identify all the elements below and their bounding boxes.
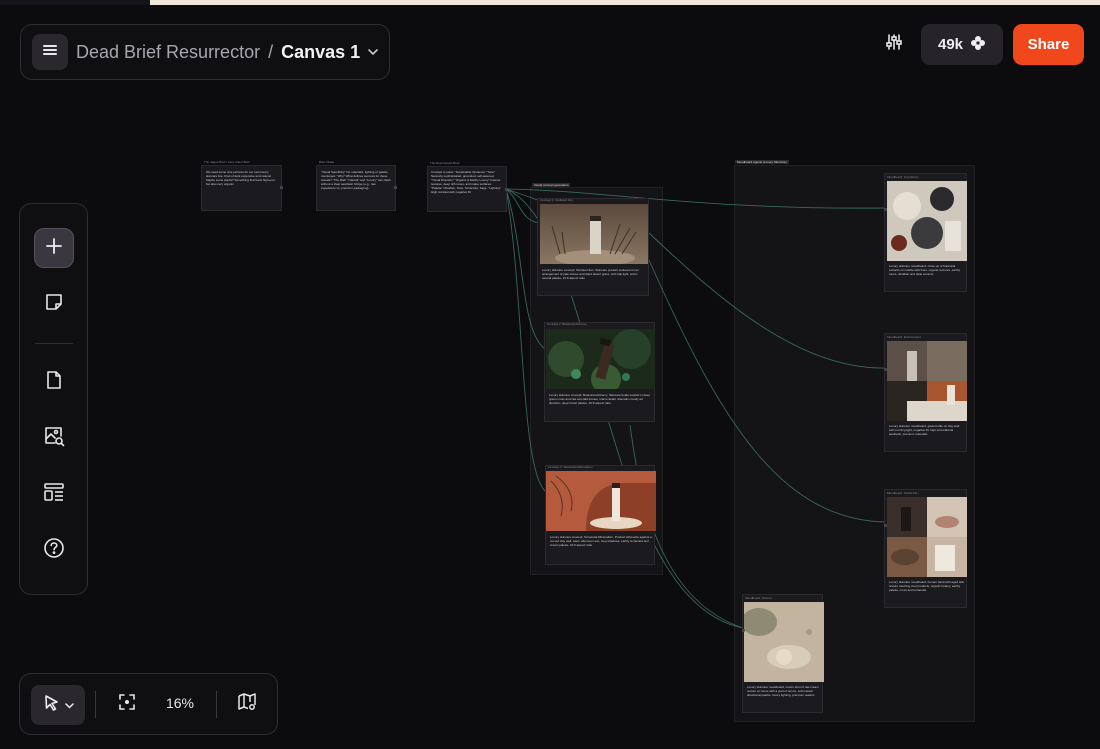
node-title: Moodboard: Ingredients <box>887 175 919 179</box>
node-text: Luxury skincare concept: Botanical Alche… <box>549 393 651 405</box>
node-title: Brief Intake <box>319 160 335 164</box>
edge <box>648 232 887 369</box>
concept-image <box>546 329 655 389</box>
input-port[interactable] <box>884 524 887 527</box>
node-title: Moodboard: Environment <box>887 335 921 339</box>
concept-image <box>540 204 648 264</box>
concept-image <box>546 471 656 531</box>
node-text: Luxury skincare concept: Sculpted Zen. S… <box>542 268 639 280</box>
node-title: Concept 3: Terracotta Minimalism <box>548 465 593 469</box>
node-title: The Resurrected Brief <box>430 161 460 165</box>
node-text: Luxury skincare moodboard, glass bottle … <box>889 424 961 436</box>
node-text: Luxury skincare moodboard, close-up of b… <box>889 264 961 276</box>
concept-node[interactable]: Concept 3: Terracotta Minimalism Luxury … <box>545 465 656 565</box>
input-port[interactable] <box>742 629 745 632</box>
moodboard-image <box>887 181 967 261</box>
node-title: The Vague Brief / Lazy Client Brief <box>204 160 250 164</box>
node-title: Concept 1: Sculpted Zen <box>540 198 574 202</box>
node-text: Luxury skincare moodboard, human hand wi… <box>889 580 965 592</box>
moodboard-image <box>744 602 824 682</box>
node-title: Moodboard: Texture <box>745 596 772 600</box>
vague-brief-node[interactable]: The Vague Brief / Lazy Client Brief We n… <box>201 160 283 211</box>
moodboard-node[interactable]: Moodboard: Environment Luxury skincare m… <box>884 333 967 452</box>
output-port[interactable] <box>280 186 283 189</box>
node-text: "Visual Specificity" No materials, light… <box>321 170 391 190</box>
node-text: We need some nice pictures for our new l… <box>206 170 275 186</box>
concept-node[interactable]: Concept 1: Sculpted Zen Luxury skincare … <box>537 198 649 296</box>
moodboard-node[interactable]: Moodboard: Texture Luxury skincare moodb… <box>742 594 824 713</box>
node-text: Luxury skincare concept: Terracotta Mini… <box>550 535 652 547</box>
node-text: Concept to solve: 'Sustainable Opulence'… <box>431 170 501 194</box>
edge <box>648 259 887 523</box>
node-text: Luxury skincare moodboard, macro shot of… <box>747 685 819 697</box>
node-title: Moodboard: Tactile Flu... <box>887 491 920 495</box>
moodboard-image <box>887 341 967 421</box>
output-port[interactable] <box>505 188 508 191</box>
resurrected-brief-node[interactable]: The Resurrected Brief Concept to solve: … <box>427 161 508 212</box>
input-port[interactable] <box>884 208 887 211</box>
concept-node[interactable]: Concept 2: Botanical Alchemy Luxury skin… <box>544 322 655 422</box>
node-title: Concept 2: Botanical Alchemy <box>547 322 587 326</box>
moodboard-node[interactable]: Moodboard: Tactile Flu... Luxury skincar… <box>884 489 967 608</box>
input-port[interactable] <box>884 368 887 371</box>
brief-intake-node[interactable]: Brief Intake "Visual Specificity" No mat… <box>316 160 397 211</box>
moodboard-node[interactable]: Moodboard: Ingredients Luxury skincare m… <box>884 173 967 292</box>
moodboard-image <box>887 497 967 577</box>
output-port[interactable] <box>394 186 397 189</box>
